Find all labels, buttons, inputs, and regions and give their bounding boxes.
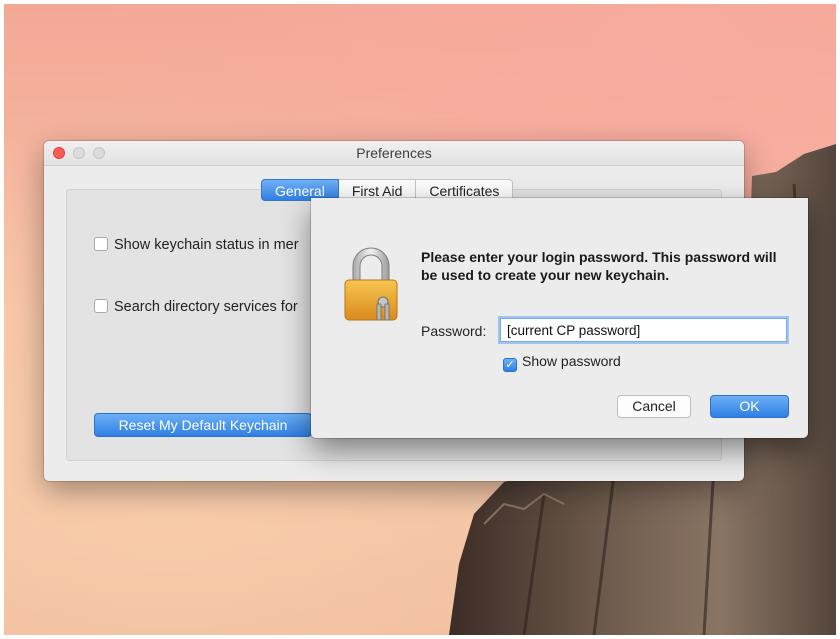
option-label: Search directory services for	[114, 299, 298, 315]
cancel-button[interactable]: Cancel	[617, 395, 691, 418]
checkbox[interactable]	[94, 299, 108, 313]
lock-keys-icon	[344, 247, 398, 321]
show-password-option[interactable]: ✓ Show password	[503, 353, 621, 372]
password-label: Password:	[421, 323, 487, 339]
password-field[interactable]	[500, 318, 787, 342]
checkbox-checked[interactable]: ✓	[503, 358, 517, 372]
show-password-label: Show password	[522, 353, 621, 369]
desktop: Preferences General First Aid Certificat…	[4, 4, 836, 635]
reset-default-keychain-button[interactable]: Reset My Default Keychain	[94, 413, 312, 437]
ok-button[interactable]: OK	[710, 395, 789, 418]
option-show-keychain-status[interactable]: Show keychain status in mer	[94, 237, 299, 253]
option-label: Show keychain status in mer	[114, 237, 299, 253]
title-bar[interactable]: Preferences	[44, 141, 744, 166]
option-search-directory-services[interactable]: Search directory services for	[94, 299, 298, 315]
checkbox[interactable]	[94, 237, 108, 251]
window-title: Preferences	[356, 145, 432, 161]
dialog-message: Please enter your login password. This p…	[421, 249, 777, 283]
password-dialog: Please enter your login password. This p…	[311, 198, 808, 438]
